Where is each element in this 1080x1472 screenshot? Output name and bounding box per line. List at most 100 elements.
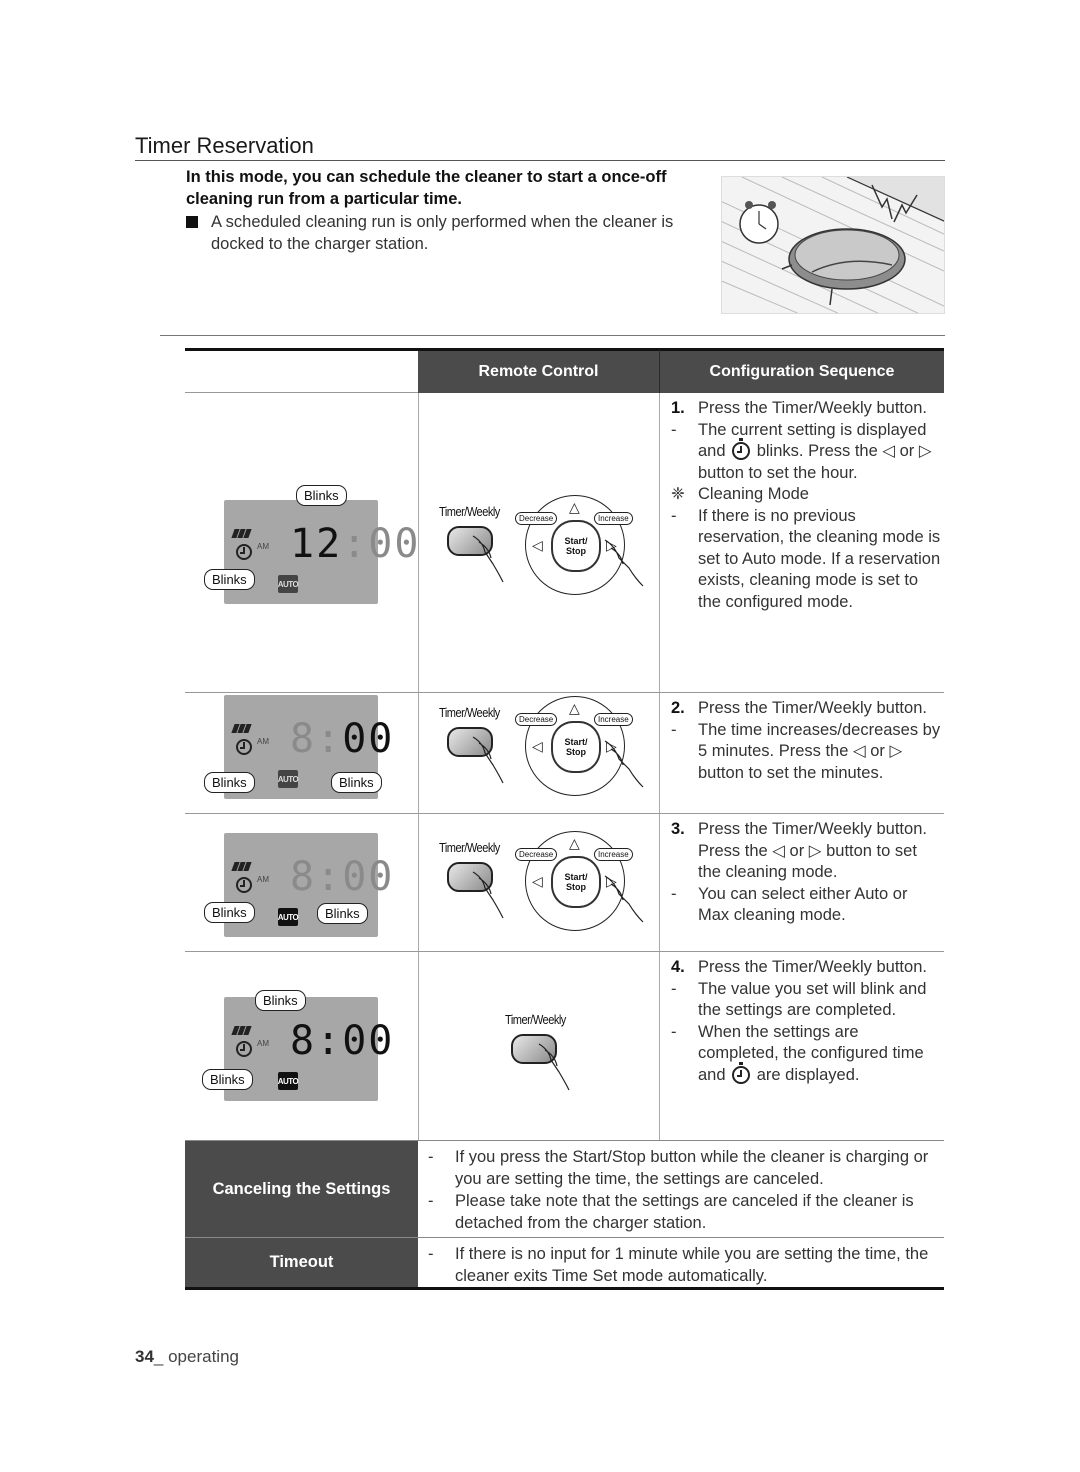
header-blank-cell bbox=[185, 348, 418, 393]
step-line: - The value you set will blink and the se… bbox=[671, 979, 927, 1020]
section-divider bbox=[160, 335, 945, 336]
step-line: 2. Press the Timer/Weekly button. bbox=[671, 699, 927, 717]
lcd-cell: AM 8:00 AUTO Blinks Blinks bbox=[185, 814, 418, 951]
header-configuration-sequence: Configuration Sequence bbox=[660, 348, 944, 393]
blinks-callout-clock: Blinks bbox=[204, 569, 255, 590]
increase-label: Increase bbox=[594, 512, 633, 525]
battery-icon bbox=[231, 525, 253, 538]
blinks-callout-clock: Blinks bbox=[204, 902, 255, 923]
blinks-callout-mode: Blinks bbox=[317, 903, 368, 924]
decrease-label: Decrease bbox=[515, 848, 558, 861]
finger-press-icon bbox=[538, 1043, 570, 1091]
robot-cleaner-illustration bbox=[721, 176, 945, 314]
start-stop-button[interactable]: Start/Stop bbox=[551, 856, 601, 908]
am-indicator: AM bbox=[257, 737, 269, 746]
lcd-time: 8:00 bbox=[290, 854, 395, 900]
step-line: - The current setting is displayed and bl… bbox=[671, 420, 932, 482]
timer-clock-icon bbox=[236, 1041, 252, 1057]
timeout-text: - If there is no input for 1 minute while… bbox=[428, 1243, 938, 1287]
note-text: A scheduled cleaning run is only perform… bbox=[211, 213, 674, 253]
remote-control-diagram: Timer/Weekly △ ◁ ▷ Start/Stop Decrease I… bbox=[439, 696, 649, 807]
up-arrow-icon[interactable]: △ bbox=[569, 701, 580, 715]
page-footer: 34_ operating bbox=[135, 1347, 239, 1367]
lcd-time: 8:00 bbox=[290, 1018, 395, 1064]
finger-press-icon bbox=[604, 875, 644, 923]
up-arrow-icon[interactable]: △ bbox=[569, 836, 580, 850]
remote-cell: Timer/Weekly △ ◁ ▷ Start/Stop Decrease I… bbox=[418, 393, 660, 692]
canceling-settings-label: Canceling the Settings bbox=[185, 1141, 418, 1237]
step-list: 3. Press the Timer/Weekly button. Press t… bbox=[671, 819, 941, 927]
step-line: - If there is no previous reservation, th… bbox=[671, 506, 941, 611]
header-remote-control: Remote Control bbox=[418, 348, 660, 393]
intro-text: In this mode, you can schedule the clean… bbox=[186, 168, 667, 208]
remote-control-diagram: Timer/Weekly △ ◁ ▷ Start/Stop Decrease I… bbox=[439, 831, 649, 942]
blinks-callout-battery: Blinks bbox=[255, 990, 306, 1011]
canceling-line: - If you press the Start/Stop button whil… bbox=[428, 1148, 929, 1188]
auto-mode-indicator: AUTO bbox=[278, 1072, 299, 1090]
table-row-step-1: AM 12:00 AUTO Blinks Blinks Timer/Weekly… bbox=[185, 393, 944, 693]
finger-press-icon bbox=[472, 535, 504, 583]
timer-clock-icon bbox=[236, 877, 252, 893]
remote-cell: Timer/Weekly △ ◁ ▷ Start/Stop Decrease I… bbox=[418, 693, 660, 813]
step-list: 2. Press the Timer/Weekly button. - The ti… bbox=[671, 698, 941, 784]
auto-mode-indicator: AUTO bbox=[278, 770, 299, 788]
table-row-canceling: Canceling the Settings - If you press the… bbox=[185, 1140, 944, 1238]
up-arrow-icon[interactable]: △ bbox=[569, 500, 580, 514]
timer-weekly-label: Timer/Weekly bbox=[439, 504, 500, 519]
increase-label: Increase bbox=[594, 713, 633, 726]
table-row-timeout: Timeout - If there is no input for 1 minu… bbox=[185, 1238, 944, 1290]
page-title: Timer Reservation bbox=[135, 133, 314, 158]
title-divider bbox=[135, 160, 945, 161]
start-stop-button[interactable]: Start/Stop bbox=[551, 721, 601, 773]
blinks-callout-time: Blinks bbox=[296, 485, 347, 506]
timer-weekly-label: Timer/Weekly bbox=[439, 705, 500, 720]
remote-cell: Timer/Weekly bbox=[418, 952, 660, 1140]
decrease-label: Decrease bbox=[515, 512, 558, 525]
timeout-line: - If there is no input for 1 minute while… bbox=[428, 1245, 929, 1285]
step-line: - The time increases/decreases by 5 minut… bbox=[671, 720, 941, 782]
square-bullet-icon bbox=[186, 216, 198, 228]
canceling-line: - Please take note that the settings are … bbox=[428, 1192, 914, 1232]
left-arrow-icon[interactable]: ◁ bbox=[532, 739, 543, 753]
timer-clock-icon bbox=[732, 1061, 751, 1084]
remote-control-diagram: Timer/Weekly △ ◁ ▷ Start/Stop Decrease I… bbox=[439, 495, 649, 606]
remote-cell: Timer/Weekly △ ◁ ▷ Start/Stop Decrease I… bbox=[418, 814, 660, 951]
table-row-step-2: AM 8:00 AUTO Blinks Blinks Timer/Weekly … bbox=[185, 693, 944, 814]
lcd-time: 12:00 bbox=[290, 521, 421, 567]
finger-press-icon bbox=[604, 539, 644, 587]
config-cell: 3. Press the Timer/Weekly button. Press t… bbox=[661, 814, 944, 951]
battery-icon bbox=[231, 720, 253, 733]
left-arrow-icon[interactable]: ◁ bbox=[532, 874, 543, 888]
am-indicator: AM bbox=[257, 542, 269, 551]
config-cell: 4. Press the Timer/Weekly button. - The va… bbox=[661, 952, 944, 1140]
step-line: 1. Press the Timer/Weekly button. bbox=[671, 399, 927, 417]
lcd-cell: AM 8:00 AUTO Blinks Blinks bbox=[185, 693, 418, 813]
page-number: 34 bbox=[135, 1347, 154, 1366]
timer-clock-icon bbox=[732, 438, 751, 460]
step-list: 1. Press the Timer/Weekly button. - The cu… bbox=[671, 398, 941, 613]
decrease-label: Decrease bbox=[515, 713, 558, 726]
battery-icon bbox=[231, 858, 253, 871]
am-indicator: AM bbox=[257, 875, 269, 884]
remote-control-diagram: Timer/Weekly bbox=[501, 1010, 611, 1100]
left-arrow-icon[interactable]: ◁ bbox=[532, 538, 543, 552]
note-star-icon: ❈ bbox=[671, 485, 685, 503]
finger-press-icon bbox=[472, 871, 504, 919]
table-row-step-4: AM 8:00 AUTO Blinks Blinks Timer/Weekly … bbox=[185, 952, 944, 1140]
increase-label: Increase bbox=[594, 848, 633, 861]
battery-icon bbox=[231, 1022, 253, 1035]
robot-cleaner-drawing bbox=[722, 177, 944, 313]
note: A scheduled cleaning run is only perform… bbox=[186, 211, 716, 255]
auto-mode-indicator: AUTO bbox=[278, 575, 299, 593]
step-line: - You can select either Auto or Max clean… bbox=[671, 884, 908, 925]
step-line: 3. Press the Timer/Weekly button. Press t… bbox=[671, 820, 927, 881]
lcd-cell: AM 12:00 AUTO Blinks Blinks bbox=[185, 393, 418, 692]
table-row-step-3: AM 8:00 AUTO Blinks Blinks Timer/Weekly … bbox=[185, 814, 944, 952]
start-stop-button[interactable]: Start/Stop bbox=[551, 520, 601, 572]
step-list: 4. Press the Timer/Weekly button. - The va… bbox=[671, 957, 941, 1086]
config-cell: 1. Press the Timer/Weekly button. - The cu… bbox=[661, 393, 944, 692]
timer-weekly-label: Timer/Weekly bbox=[505, 1012, 566, 1027]
step-line: ❈ Cleaning Mode bbox=[671, 484, 941, 506]
timer-clock-icon bbox=[236, 739, 252, 755]
timer-clock-icon bbox=[236, 544, 252, 560]
